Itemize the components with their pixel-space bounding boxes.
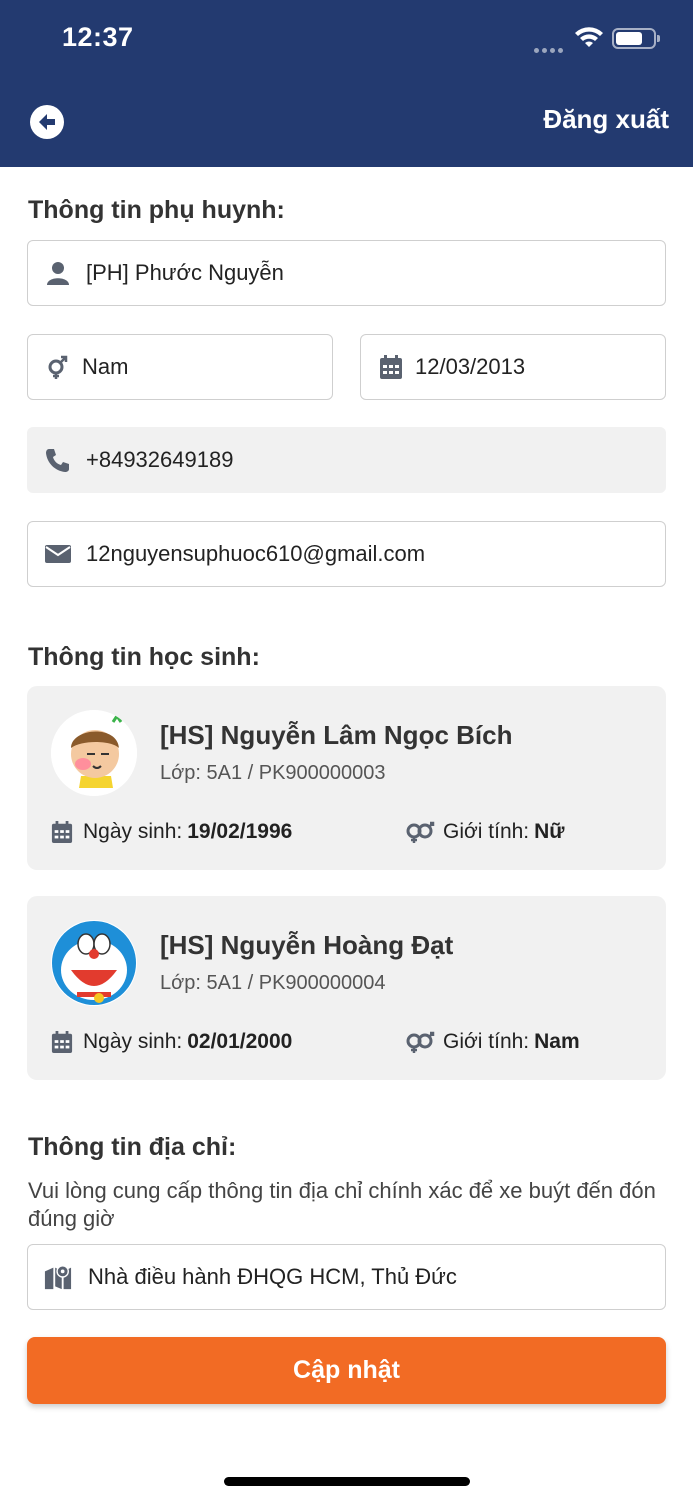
student-gender: Giới tính: Nữ — [405, 820, 565, 844]
gender-value: Nữ — [534, 820, 565, 843]
envelope-icon — [44, 540, 72, 568]
student-birthdate: Ngày sinh: 19/02/1996 — [51, 820, 292, 844]
genderless-icon — [405, 1030, 435, 1054]
parent-name-value: [PH] Phước Nguyễn — [86, 260, 284, 285]
student-card[interactable]: [HS] Nguyễn Hoàng Đạt Lớp: 5A1 / PK90000… — [27, 896, 666, 1080]
parent-phone-field: +84932649189 — [27, 427, 666, 493]
genderless-icon — [405, 820, 435, 844]
parent-phone-value: +84932649189 — [86, 447, 234, 472]
phone-icon — [44, 446, 72, 474]
student-name: [HS] Nguyễn Lâm Ngọc Bích — [160, 720, 513, 750]
birthdate-label: Ngày sinh: — [83, 1030, 183, 1053]
calendar-icon — [51, 820, 75, 844]
birthdate-value: 19/02/1996 — [187, 820, 293, 843]
student-name: [HS] Nguyễn Hoàng Đạt — [160, 930, 454, 960]
address-value: Nhà điều hành ĐHQG HCM, Thủ Đức — [88, 1264, 457, 1289]
address-note: Vui lòng cung cấp thông tin địa chỉ chín… — [28, 1178, 656, 1231]
parent-gender-value: Nam — [82, 354, 129, 379]
student-class: Lớp: 5A1 / PK900000003 — [160, 762, 386, 784]
arrow-left-icon — [39, 114, 55, 130]
parent-email-field[interactable]: 12nguyensuphuoc610@gmail.com — [27, 521, 666, 587]
app-header: 12:37 Đăng xuất — [0, 0, 693, 167]
calendar-icon — [377, 353, 405, 381]
student-class: Lớp: 5A1 / PK900000004 — [160, 972, 386, 994]
parent-birthdate-value: 12/03/2013 — [415, 354, 526, 379]
map-icon — [44, 1263, 72, 1291]
student-birthdate: Ngày sinh: 02/01/2000 — [51, 1030, 292, 1054]
student-avatar — [51, 920, 137, 1006]
back-button[interactable] — [30, 105, 64, 139]
status-time: 12:37 — [62, 22, 134, 52]
address-section-title: Thông tin địa chỉ: — [28, 1133, 237, 1161]
user-icon — [44, 259, 72, 287]
gender-label: Giới tính: — [443, 820, 530, 843]
student-section-title: Thông tin học sinh: — [28, 643, 260, 671]
wifi-icon — [574, 27, 604, 54]
update-button[interactable]: Cập nhật — [27, 1337, 666, 1404]
student-avatar — [51, 710, 137, 796]
gender-value: Nam — [534, 1030, 580, 1053]
battery-icon — [612, 28, 660, 49]
birthdate-label: Ngày sinh: — [83, 820, 183, 843]
student-gender: Giới tính: Nam — [405, 1030, 580, 1054]
gender-label: Giới tính: — [443, 1030, 530, 1053]
student-card[interactable]: [HS] Nguyễn Lâm Ngọc Bích Lớp: 5A1 / PK9… — [27, 686, 666, 870]
gender-icon — [44, 353, 72, 381]
address-field[interactable]: Nhà điều hành ĐHQG HCM, Thủ Đức — [27, 1244, 666, 1310]
parent-birthdate-field[interactable]: 12/03/2013 — [360, 334, 666, 400]
calendar-icon — [51, 1030, 75, 1054]
birthdate-value: 02/01/2000 — [187, 1030, 293, 1053]
parent-section-title: Thông tin phụ huynh: — [28, 196, 285, 224]
cellular-signal-icon — [534, 40, 566, 58]
home-indicator[interactable] — [224, 1477, 470, 1486]
parent-name-field[interactable]: [PH] Phước Nguyễn — [27, 240, 666, 306]
parent-gender-field[interactable]: Nam — [27, 334, 333, 400]
parent-email-value: 12nguyensuphuoc610@gmail.com — [86, 541, 426, 566]
logout-button[interactable]: Đăng xuất — [543, 104, 669, 135]
